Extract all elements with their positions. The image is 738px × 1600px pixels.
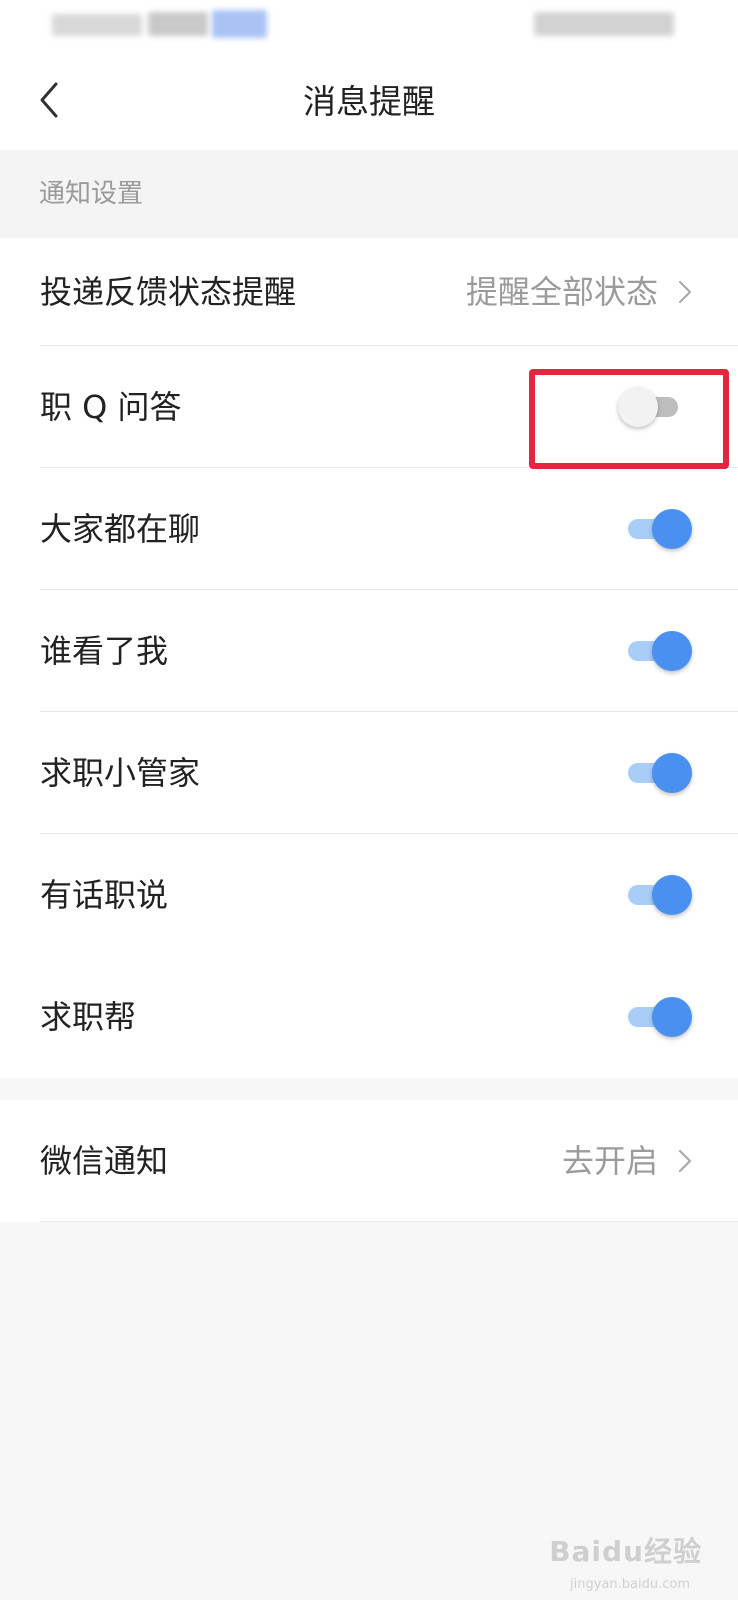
toggle-knob bbox=[652, 509, 692, 549]
list-item-who-viewed-me: 谁看了我 bbox=[0, 590, 738, 712]
section-header: 通知设置 bbox=[0, 150, 738, 238]
row-label: 大家都在聊 bbox=[40, 510, 201, 548]
toggle-switch-job-assistant[interactable] bbox=[628, 753, 692, 793]
notification-settings-list: 投递反馈状态提醒 提醒全部状态 职 Q 问答 大家都在聊 谁看了我 求职小管家 … bbox=[0, 238, 738, 1078]
list-item-delivery-feedback[interactable]: 投递反馈状态提醒 提醒全部状态 bbox=[0, 238, 738, 346]
list-item-wechat-notification[interactable]: 微信通知 去开启 bbox=[0, 1100, 738, 1222]
status-blur-blue bbox=[212, 10, 267, 38]
row-value: 去开启 bbox=[561, 1142, 658, 1180]
row-label: 有话职说 bbox=[40, 876, 169, 914]
toggle-knob bbox=[652, 631, 692, 671]
row-label: 求职帮 bbox=[40, 998, 137, 1036]
divider bbox=[40, 1221, 738, 1222]
chevron-left-icon bbox=[40, 82, 58, 118]
list-item-job-help: 求职帮 bbox=[0, 956, 738, 1078]
chevron-right-icon bbox=[678, 280, 692, 304]
status-blur-left bbox=[52, 14, 142, 36]
row-label: 微信通知 bbox=[40, 1142, 169, 1180]
status-blur-right bbox=[534, 12, 674, 36]
list-item-job-assistant: 求职小管家 bbox=[0, 712, 738, 834]
watermark-logo: Baidu经验 bbox=[549, 1535, 702, 1568]
row-label: 求职小管家 bbox=[40, 754, 201, 792]
row-label: 谁看了我 bbox=[40, 632, 169, 670]
nav-bar: 消息提醒 bbox=[0, 50, 738, 150]
toggle-switch-job-help[interactable] bbox=[628, 997, 692, 1037]
section-title: 通知设置 bbox=[39, 179, 144, 209]
row-value: 提醒全部状态 bbox=[465, 273, 658, 311]
watermark-url: jingyan.baidu.com bbox=[570, 1577, 690, 1592]
status-blur-mid bbox=[148, 12, 208, 36]
back-button[interactable] bbox=[30, 78, 74, 122]
row-label: 投递反馈状态提醒 bbox=[40, 273, 297, 311]
page-title: 消息提醒 bbox=[303, 82, 435, 121]
wechat-settings-list: 微信通知 去开启 bbox=[0, 1100, 738, 1222]
toggle-switch-who-viewed-me[interactable] bbox=[628, 631, 692, 671]
toggle-knob bbox=[652, 753, 692, 793]
list-item-career-talk: 有话职说 bbox=[0, 834, 738, 956]
toggle-knob bbox=[652, 997, 692, 1037]
toggle-knob bbox=[652, 875, 692, 915]
list-item-everyone-chatting: 大家都在聊 bbox=[0, 468, 738, 590]
toggle-switch-everyone-chatting[interactable] bbox=[628, 509, 692, 549]
status-bar bbox=[0, 0, 738, 50]
toggle-switch-career-talk[interactable] bbox=[628, 875, 692, 915]
chevron-right-icon bbox=[678, 1149, 692, 1173]
highlight-annotation-box bbox=[529, 369, 729, 469]
row-label: 职 Q 问答 bbox=[40, 388, 182, 426]
